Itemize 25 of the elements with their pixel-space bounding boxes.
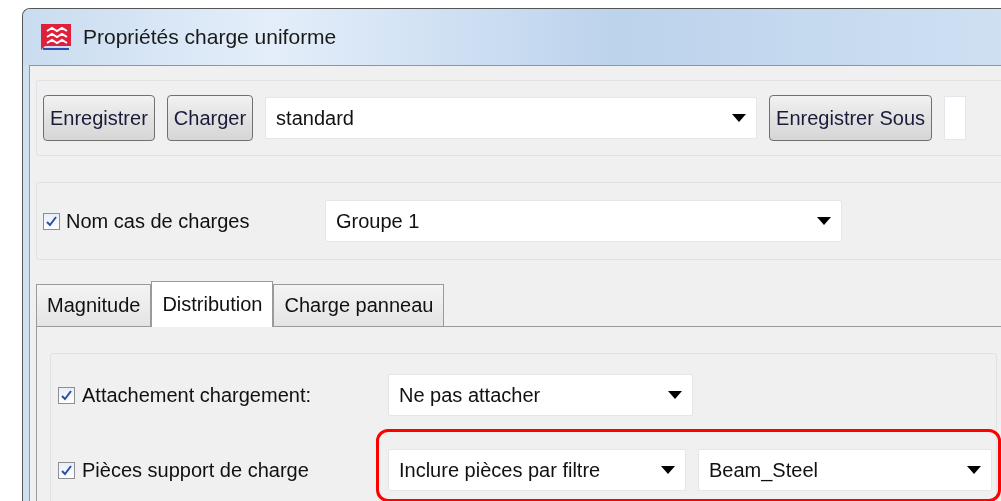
tab[interactable]: Magnitude [36, 284, 152, 326]
input-field[interactable] [944, 96, 967, 140]
caret-icon [732, 114, 747, 122]
window-title: Propriétés charge uniforme [83, 25, 337, 49]
dropdown[interactable]: Ne pas attacher [388, 374, 693, 416]
dropdown[interactable]: standard [265, 97, 758, 139]
checkbox[interactable] [58, 386, 75, 404]
tab[interactable]: Distribution [151, 281, 274, 327]
caret-icon [817, 217, 831, 225]
caret-icon [668, 391, 682, 399]
save-as-button[interactable]: Enregistrer Sous [769, 95, 933, 141]
field-label: Attachement chargement: [82, 383, 311, 407]
load-case-label: Nom cas de charges [66, 209, 251, 233]
dropdown[interactable]: Groupe 1 [325, 200, 842, 242]
tab[interactable]: Charge panneau [273, 284, 445, 326]
app-logo-icon [39, 22, 73, 52]
toolbar-button[interactable]: Charger [166, 95, 254, 141]
field-label: Pièces support de charge [82, 458, 309, 482]
caret-icon [967, 466, 981, 474]
caret-icon [661, 466, 675, 474]
dropdown[interactable]: Inclure pièces par filtre [388, 449, 686, 491]
checkbox[interactable] [58, 461, 75, 479]
dropdown[interactable]: Beam_Steel [698, 449, 992, 491]
toolbar-button[interactable]: Enregistrer [43, 95, 155, 141]
checkbox[interactable] [43, 212, 60, 230]
